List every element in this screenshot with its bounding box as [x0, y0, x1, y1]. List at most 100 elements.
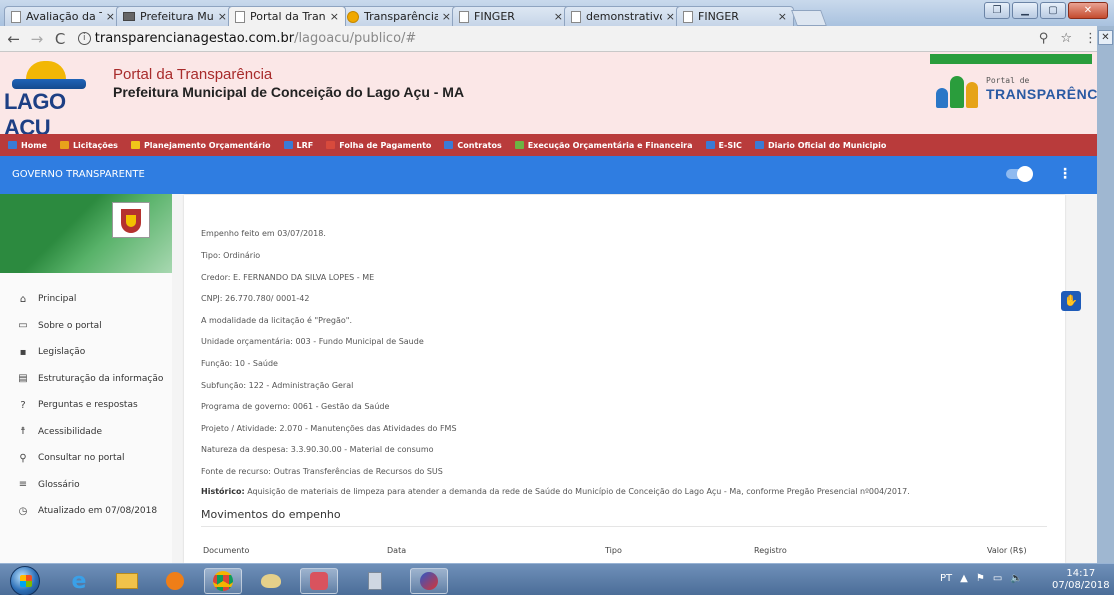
nav-folha[interactable]: Folha de Pagamento [326, 141, 431, 150]
zoom-icon[interactable]: ⚲ [1039, 31, 1049, 46]
info-icon [347, 10, 359, 23]
network-icon[interactable]: ▭ [993, 573, 1002, 584]
column-header-registro[interactable]: Registro [754, 546, 787, 555]
info-icon[interactable]: i [77, 32, 91, 45]
theme-toggle[interactable] [1006, 166, 1033, 182]
web-page: LAGO AÇU Portal da Transparência Prefeit… [0, 52, 1097, 563]
sidebar-item-estruturacao[interactable]: ▤ Estruturação da informação [0, 366, 172, 393]
movimentos-title: Movimentos do empenho [201, 508, 341, 521]
tab-close-icon[interactable]: × [218, 10, 227, 23]
tab-demonstrativo[interactable]: demonstrativoConce× [564, 6, 682, 26]
more-kebab-icon[interactable]: ⋮ [1058, 166, 1072, 182]
system-tray: PT ▲ ⚑ ▭ 🔈 [940, 573, 1023, 584]
calendar-icon [326, 141, 336, 149]
tab-close-icon[interactable]: × [554, 10, 563, 23]
snipping-tool-icon[interactable] [300, 568, 338, 594]
pen-tool-icon[interactable] [410, 568, 448, 594]
portal-transparencia-logo[interactable]: Portal de TRANSPARÊNCIA [930, 54, 1097, 134]
tab-close-icon[interactable]: × [442, 10, 451, 23]
column-header-documento[interactable]: Documento [203, 546, 249, 555]
nav-home[interactable]: Home [8, 141, 47, 150]
nav-diario[interactable]: Diario Oficial do Municipio [754, 141, 886, 150]
list-icon [444, 141, 454, 149]
taskbar-clock[interactable]: 14:17 07/08/2018 [1052, 568, 1110, 592]
browser-titlebar: Avaliação da Transp× Prefeitura Municipa… [0, 0, 1114, 26]
volume-icon[interactable]: 🔈 [1010, 573, 1022, 584]
sidebar-item-legislacao[interactable]: ▪ Legislação [0, 339, 172, 366]
new-tab-button[interactable] [791, 10, 827, 26]
calculator-icon[interactable] [356, 568, 394, 594]
flag-icon[interactable]: ⚑ [976, 573, 985, 584]
sign-language-icon[interactable]: ✋ [1061, 291, 1081, 311]
site-header: LAGO AÇU Portal da Transparência Prefeit… [0, 52, 1097, 140]
sidebar-item-acessibilidade[interactable]: ☨ Acessibilidade [0, 419, 172, 446]
historico-line: Histórico: Aquisição de materiais de lim… [201, 487, 910, 496]
media-player-icon[interactable] [156, 568, 194, 594]
home-icon [8, 141, 17, 149]
paint-icon[interactable] [252, 568, 290, 594]
close-icon[interactable]: ✕ [1098, 30, 1113, 45]
reload-icon[interactable]: C [51, 30, 70, 48]
logo-bar [930, 54, 1092, 64]
camera-icon [123, 12, 135, 21]
url-input[interactable]: i transparencianagestao.com.br/lagoacu/p… [77, 28, 1031, 50]
sidebar-item-atualizado[interactable]: ◷ Atualizado em 07/08/2018 [0, 498, 172, 525]
bookmark-star-icon[interactable]: ☆ [1060, 31, 1072, 46]
tray-arrow-icon[interactable]: ▲ [960, 573, 968, 584]
tab-portal-transparencia[interactable]: Portal da Transparên× [228, 6, 346, 26]
close-window-icon[interactable]: ✕ [1068, 2, 1108, 19]
column-header-tipo[interactable]: Tipo [605, 546, 622, 555]
page-icon [459, 10, 469, 23]
forward-arrow-icon[interactable]: → [27, 30, 46, 48]
people-icon [936, 70, 980, 110]
sidebar-item-sobre[interactable]: ▭ Sobre o portal [0, 313, 172, 340]
detail-line: Empenho feito em 03/07/2018. [201, 229, 326, 238]
maximize-icon[interactable]: ▢ [1040, 2, 1066, 19]
minimize-icon[interactable]: ▁ [1012, 2, 1038, 19]
tab-transparencia[interactable]: Transparência × [340, 6, 458, 26]
nav-execucao[interactable]: Execução Orçamentária e Financeira [514, 141, 693, 150]
menu-kebab-icon[interactable]: ⋮ [1084, 31, 1097, 46]
governo-title: GOVERNO TRANSPARENTE [12, 169, 145, 180]
sidebar-item-perguntas[interactable]: ? Perguntas e respostas [0, 392, 172, 419]
back-arrow-icon[interactable]: ← [4, 30, 23, 48]
nav-esic[interactable]: E-SIC [705, 141, 742, 150]
sidebar-item-principal[interactable]: ⌂ Principal [0, 286, 172, 313]
tab-close-icon[interactable]: × [666, 10, 675, 23]
tab-finger-2[interactable]: FINGER × [676, 6, 794, 26]
sun-icon [26, 61, 66, 79]
document-icon: ▪ [19, 346, 27, 358]
restore-icon[interactable]: ❐ [984, 2, 1010, 19]
tab-prefeitura[interactable]: Prefeitura Municipal× [116, 6, 234, 26]
clock-date: 07/08/2018 [1052, 580, 1110, 591]
file-explorer-icon[interactable] [108, 568, 146, 594]
sidebar-item-glossario[interactable]: ≡ Glossário [0, 472, 172, 499]
detail-line: A modalidade da licitação é "Pregão". [201, 316, 352, 325]
waves-icon [12, 79, 86, 89]
nav-licitacoes[interactable]: Licitações [59, 141, 118, 150]
nav-lrf[interactable]: LRF [283, 141, 313, 150]
start-button[interactable] [10, 566, 40, 595]
sidebar-item-consultar[interactable]: ⚲ Consultar no portal [0, 445, 172, 472]
detail-line: Credor: E. FERNANDO DA SILVA LOPES - ME [201, 273, 375, 282]
leaf-icon [514, 141, 524, 149]
tab-close-icon[interactable]: × [106, 10, 115, 23]
tab-close-icon[interactable]: × [778, 10, 787, 23]
tab-avaliacao[interactable]: Avaliação da Transp× [4, 6, 122, 26]
nav-planejamento[interactable]: Planejamento Orçamentário [130, 141, 271, 150]
language-indicator[interactable]: PT [940, 573, 952, 584]
column-header-valor[interactable]: Valor (R$) [987, 546, 1027, 555]
column-header-data[interactable]: Data [387, 546, 406, 555]
nav-contratos[interactable]: Contratos [444, 141, 502, 150]
internet-explorer-icon[interactable]: e [60, 568, 98, 594]
chrome-icon[interactable] [204, 568, 242, 594]
governo-bar: GOVERNO TRANSPARENTE ⋮ [0, 156, 1097, 194]
chart-icon [283, 141, 293, 149]
tab-finger-1[interactable]: FINGER × [452, 6, 570, 26]
page-icon [11, 10, 21, 23]
sidebar-banner [0, 194, 172, 273]
lago-acu-logo[interactable]: LAGO AÇU [4, 55, 96, 140]
window-controls: ❐ ▁ ▢ ✕ [984, 2, 1108, 19]
url-host: transparencianagestao.com.br [94, 31, 295, 46]
tab-close-icon[interactable]: × [330, 10, 339, 23]
